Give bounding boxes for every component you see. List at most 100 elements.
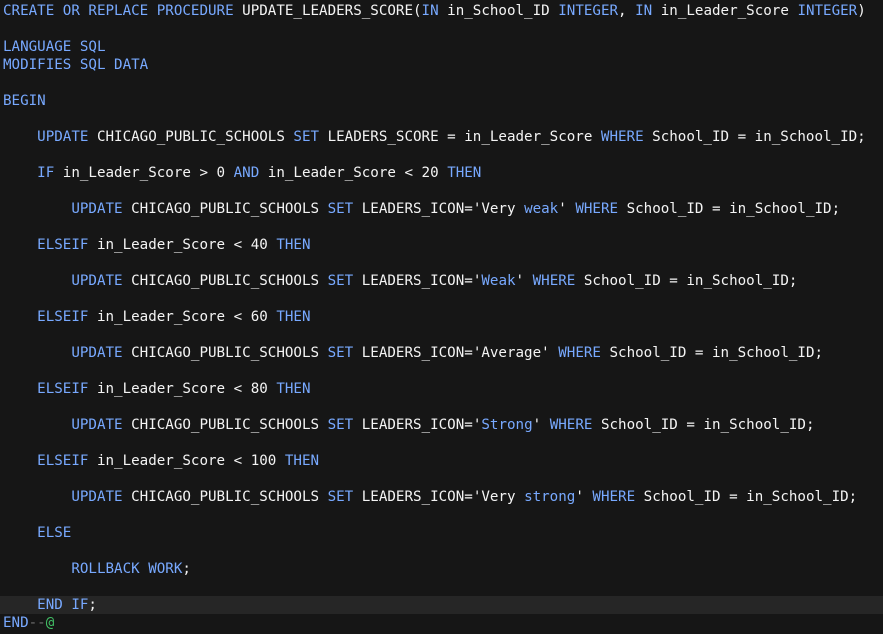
code-token: School_ID = in_School_ID; xyxy=(635,489,858,505)
code-token: LANGUAGE SQL xyxy=(3,39,106,55)
code-line-30[interactable]: ELSE xyxy=(0,524,883,542)
code-token: ; xyxy=(88,597,97,613)
code-token: WHERE xyxy=(600,129,644,145)
code-line-26[interactable]: ELSEIF in_Leader_Score < 100 THEN xyxy=(0,452,883,470)
code-line-16[interactable]: UPDATE CHICAGO_PUBLIC_SCHOOLS SET LEADER… xyxy=(0,272,883,290)
code-token: CHICAGO_PUBLIC_SCHOOLS xyxy=(122,201,328,217)
code-token: strong xyxy=(524,489,576,505)
code-token: LEADERS_ICON= xyxy=(353,417,473,433)
code-token: THEN xyxy=(276,309,311,325)
code-line-18[interactable]: ELSEIF in_Leader_Score < 60 THEN xyxy=(0,308,883,326)
code-token: School_ID = in_School_ID; xyxy=(592,417,815,433)
code-line-33[interactable] xyxy=(0,578,883,596)
code-line-15[interactable] xyxy=(0,254,883,272)
code-token: UPDATE_LEADERS_SCORE( xyxy=(233,3,422,19)
code-token: ELSEIF xyxy=(37,381,89,397)
code-token: in_Leader_Score xyxy=(652,3,798,19)
code-token: ELSE xyxy=(37,525,72,541)
code-token: ; xyxy=(182,561,191,577)
code-token: WHERE xyxy=(549,417,593,433)
code-token: INTEGER xyxy=(558,3,619,19)
code-line-29[interactable] xyxy=(0,506,883,524)
code-line-22[interactable]: ELSEIF in_Leader_Score < 80 THEN xyxy=(0,380,883,398)
code-line-27[interactable] xyxy=(0,470,883,488)
code-token: ' xyxy=(558,201,576,217)
code-token: UPDATE xyxy=(71,201,123,217)
code-token: WHERE xyxy=(575,201,619,217)
code-token: CHICAGO_PUBLIC_SCHOOLS xyxy=(122,489,328,505)
code-token: END IF xyxy=(37,597,89,613)
code-token: SET xyxy=(327,273,354,289)
code-line-24[interactable]: UPDATE CHICAGO_PUBLIC_SCHOOLS SET LEADER… xyxy=(0,416,883,434)
code-line-10[interactable]: IF in_Leader_Score > 0 AND in_Leader_Sco… xyxy=(0,164,883,182)
code-line-2[interactable] xyxy=(0,20,883,38)
code-line-17[interactable] xyxy=(0,290,883,308)
code-token: ' xyxy=(575,489,593,505)
code-token: CHICAGO_PUBLIC_SCHOOLS xyxy=(122,417,328,433)
code-line-35[interactable]: END--@ xyxy=(0,614,883,632)
code-token: IF xyxy=(37,165,55,181)
code-line-23[interactable] xyxy=(0,398,883,416)
code-line-31[interactable] xyxy=(0,542,883,560)
code-token: ROLLBACK WORK xyxy=(71,561,183,577)
code-token: AND xyxy=(233,165,260,181)
code-line-8[interactable]: UPDATE CHICAGO_PUBLIC_SCHOOLS SET LEADER… xyxy=(0,128,883,146)
code-token: 'Very xyxy=(472,201,525,217)
code-token: SET xyxy=(327,417,354,433)
code-line-32[interactable]: ROLLBACK WORK; xyxy=(0,560,883,578)
code-line-20[interactable]: UPDATE CHICAGO_PUBLIC_SCHOOLS SET LEADER… xyxy=(0,344,883,362)
code-line-12[interactable]: UPDATE CHICAGO_PUBLIC_SCHOOLS SET LEADER… xyxy=(0,200,883,218)
code-token: LEADERS_ICON= xyxy=(353,273,473,289)
code-editor[interactable]: CREATE OR REPLACE PROCEDURE UPDATE_LEADE… xyxy=(0,0,883,634)
code-line-7[interactable] xyxy=(0,110,883,128)
code-token: School_ID = in_School_ID; xyxy=(618,201,841,217)
code-line-3[interactable]: LANGUAGE SQL xyxy=(0,38,883,56)
code-token: END xyxy=(3,615,29,631)
code-line-5[interactable] xyxy=(0,74,883,92)
code-line-19[interactable] xyxy=(0,326,883,344)
code-line-28[interactable]: UPDATE CHICAGO_PUBLIC_SCHOOLS SET LEADER… xyxy=(0,488,883,506)
code-token: UPDATE xyxy=(71,273,123,289)
code-line-4[interactable]: MODIFIES SQL DATA xyxy=(0,56,883,74)
code-line-14[interactable]: ELSEIF in_Leader_Score < 40 THEN xyxy=(0,236,883,254)
code-token: LEADERS_ICON= xyxy=(353,201,473,217)
code-line-13[interactable] xyxy=(0,218,883,236)
code-token: THEN xyxy=(276,237,311,253)
code-token: ELSEIF xyxy=(37,453,89,469)
code-token: in_Leader_Score < 100 xyxy=(88,453,285,469)
code-token: UPDATE xyxy=(71,417,123,433)
code-line-9[interactable] xyxy=(0,146,883,164)
code-line-11[interactable] xyxy=(0,182,883,200)
code-token: ELSEIF xyxy=(37,309,89,325)
code-line-21[interactable] xyxy=(0,362,883,380)
code-token: School_ID = in_School_ID; xyxy=(643,129,866,145)
code-token: in_Leader_Score < 40 xyxy=(88,237,277,253)
code-token: ELSEIF xyxy=(37,237,89,253)
code-token: in_Leader_Score > 0 xyxy=(54,165,234,181)
code-token: INTEGER xyxy=(797,3,858,19)
code-token: ' xyxy=(515,273,533,289)
code-token: LEADERS_SCORE = in_Leader_Score xyxy=(319,129,601,145)
code-token: SET xyxy=(327,489,354,505)
code-line-6[interactable]: BEGIN xyxy=(0,92,883,110)
code-line-25[interactable] xyxy=(0,434,883,452)
code-token: WHERE xyxy=(558,345,601,361)
code-token: ) xyxy=(857,3,866,19)
code-token: IN xyxy=(421,3,439,19)
code-token: Strong xyxy=(481,417,533,433)
code-token: Weak xyxy=(481,273,516,289)
code-line-1[interactable]: CREATE OR REPLACE PROCEDURE UPDATE_LEADE… xyxy=(0,2,883,20)
code-token: CHICAGO_PUBLIC_SCHOOLS xyxy=(122,273,328,289)
code-token: UPDATE xyxy=(71,345,123,361)
code-line-34[interactable]: END IF; xyxy=(0,596,883,614)
code-token: , xyxy=(618,3,636,19)
